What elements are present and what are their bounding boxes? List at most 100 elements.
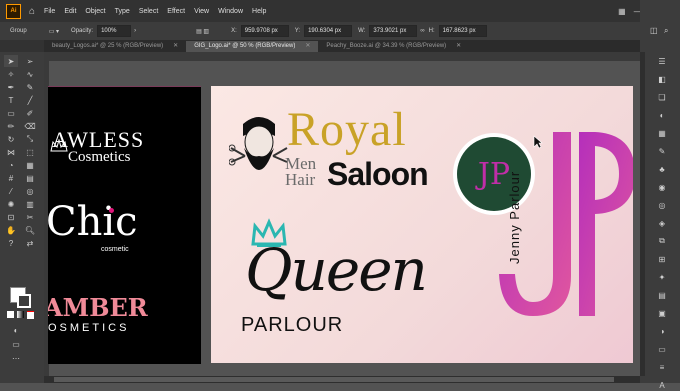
height-field[interactable]: 167.8623 px <box>438 25 487 37</box>
tab-beauty-logos[interactable]: beauty_Logos.ai* @ 25 % (RGB/Preview) ✕ <box>44 41 186 52</box>
zoom-tool-icon[interactable]: 🔍︎ <box>23 224 37 236</box>
panel-header: ◫ ⌕ <box>640 22 680 52</box>
slice-tool-icon[interactable]: ✂ <box>23 211 37 223</box>
layers-stack-icon[interactable]: ◈ <box>655 217 669 229</box>
width-field[interactable]: 373.9021 px <box>369 25 418 37</box>
horizontal-scrollbar[interactable] <box>44 376 640 383</box>
opacity-label: Opacity: <box>71 28 94 34</box>
close-tab-icon[interactable]: ✕ <box>173 41 178 52</box>
hair-text: Hair <box>285 170 316 189</box>
horizontal-ruler[interactable] <box>44 52 640 61</box>
appearance-icon[interactable]: ◎ <box>655 199 669 211</box>
hand-tool-icon[interactable]: ✋ <box>4 224 18 236</box>
opacity-field[interactable]: 100% <box>97 25 132 37</box>
align-icon[interactable]: ▤ ▥ <box>196 28 209 35</box>
y-field[interactable]: 190.6304 px <box>304 25 353 37</box>
symbol-sprayer-icon[interactable]: ✺ <box>4 198 18 210</box>
vertical-scrollbar[interactable] <box>640 52 645 376</box>
asset-export-icon[interactable]: ⊞ <box>655 253 669 265</box>
scroll-thumb[interactable] <box>54 377 614 382</box>
magic-wand-icon[interactable]: ✧ <box>4 68 18 80</box>
menu-bar: Ai ⌂ File Edit Object Type Select Effect… <box>0 0 680 22</box>
stroke-panel-icon[interactable]: ≡ <box>655 361 669 373</box>
layers-icon[interactable]: ◧ <box>655 73 669 85</box>
artboard-cosmetics[interactable]: AWLESS Cosmetics Chic cosmetic AMBER OSM… <box>48 86 201 364</box>
character-icon[interactable]: A <box>655 379 669 391</box>
menu-select[interactable]: Select <box>139 8 158 15</box>
swap-colors-icon[interactable]: ⇄ <box>23 237 37 249</box>
curvature-tool-icon[interactable]: ✎ <box>23 81 37 93</box>
pathfinder-icon[interactable]: ▣ <box>655 307 669 319</box>
pen-tool-icon[interactable]: ✒ <box>4 81 18 93</box>
gradient-panel-icon[interactable]: ▭ <box>655 343 669 355</box>
mesh-tool-icon[interactable]: # <box>4 172 18 184</box>
width-tool-icon[interactable]: ⋈ <box>4 146 18 158</box>
graphic-styles-icon[interactable]: ◉ <box>655 181 669 193</box>
swatches-icon[interactable]: ▦ <box>655 127 669 139</box>
rotate-tool-icon[interactable]: ↻ <box>4 133 18 145</box>
draw-mode-icon[interactable]: ◐ <box>9 324 23 336</box>
amber-sub-text: OSMETICS <box>48 322 130 334</box>
libraries-icon[interactable]: ❏ <box>655 91 669 103</box>
stroke-swatch[interactable] <box>17 294 31 308</box>
tools-panel: ➤ ➢ ✧ ∿ ✒ ✎ T ╱ ▭ ✐ ✏ ⌫ ↻ ⤡ ⋈ ⬚ ◔ ▦ # ▤ … <box>0 40 44 383</box>
tab-gig-logo[interactable]: GIG_Logo.ai* @ 50 % (RGB/Preview) ✕ <box>186 41 319 52</box>
x-field[interactable]: 959.9708 px <box>240 25 289 37</box>
scale-tool-icon[interactable]: ⤡ <box>23 133 37 145</box>
menu-file[interactable]: File <box>44 8 55 15</box>
brushes-icon[interactable]: ✎ <box>655 145 669 157</box>
menu-edit[interactable]: Edit <box>64 8 76 15</box>
line-tool-icon[interactable]: ╱ <box>23 94 37 106</box>
toolbar-grip[interactable] <box>0 40 44 52</box>
properties-icon[interactable]: ☰ <box>655 55 669 67</box>
graph-tool-icon[interactable]: ▥ <box>23 198 37 210</box>
tab-peachy-booze[interactable]: Peachy_Booze.ai @ 34.39 % (RGB/Preview) ✕ <box>318 41 469 52</box>
rectangle-tool-icon[interactable]: ▭ <box>4 107 18 119</box>
opacity-dropdown-icon[interactable]: › <box>134 28 136 34</box>
menu-effect[interactable]: Effect <box>167 8 185 15</box>
shape-builder-icon[interactable]: ◔ <box>4 159 18 171</box>
type-tool-icon[interactable]: T <box>4 94 18 106</box>
selection-tool-icon[interactable]: ➤ <box>4 55 18 67</box>
transform-icon[interactable]: ✦ <box>655 271 669 283</box>
screen-mode-icon[interactable]: ▭ <box>9 338 23 350</box>
direct-selection-tool-icon[interactable]: ➢ <box>23 55 37 67</box>
close-tab-icon[interactable]: ✕ <box>456 41 461 52</box>
home-icon[interactable]: ⌂ <box>29 6 35 17</box>
menu-help[interactable]: Help <box>252 8 266 15</box>
artboard-logos[interactable]: Royal Men Hair Saloon Queen PARLOUR JP J… <box>211 86 633 363</box>
color-mode-icon[interactable] <box>7 311 14 318</box>
paintbrush-icon[interactable]: ✐ <box>23 107 37 119</box>
more-tools-icon[interactable]: ⋯ <box>9 352 23 364</box>
artboards-icon[interactable]: ⧉ <box>655 235 669 247</box>
arrange-icon[interactable]: ◫ <box>650 26 658 35</box>
close-tab-icon[interactable]: ✕ <box>305 41 310 52</box>
stroke-swatch-icon[interactable]: ▭ ▾ <box>49 28 59 35</box>
document-tabs: beauty_Logos.ai* @ 25 % (RGB/Preview) ✕ G… <box>44 40 640 52</box>
blend-tool-icon[interactable]: ◎ <box>23 185 37 197</box>
eyedropper-icon[interactable]: ⁄ <box>4 185 18 197</box>
amber-text: AMBER <box>48 293 148 322</box>
shaper-tool-icon[interactable]: ✏ <box>4 120 18 132</box>
perspective-grid-icon[interactable]: ▦ <box>23 159 37 171</box>
color-icon[interactable]: ◐ <box>655 109 669 121</box>
eraser-icon[interactable]: ⌫ <box>23 120 37 132</box>
none-mode-icon[interactable] <box>27 311 34 319</box>
panel-dock: ◫ ⌕ ☰ ◧ ❏ ◐ ▦ ✎ ♣ ◉ ◎ ◈ ⧉ ⊞ ✦ ▤ ▣ ◑ ▭ ≡ … <box>640 0 680 390</box>
link-icon[interactable]: ∞ <box>420 28 424 34</box>
workspace-icon[interactable]: ▦ <box>618 7 626 16</box>
search-icon[interactable]: ⌕ <box>664 26 668 36</box>
help-icon[interactable]: ? <box>4 237 18 249</box>
gradient-mode-icon[interactable] <box>17 311 24 318</box>
menu-object[interactable]: Object <box>85 8 105 15</box>
gradient-tool-icon[interactable]: ▤ <box>23 172 37 184</box>
align-panel-icon[interactable]: ▤ <box>655 289 669 301</box>
menu-type[interactable]: Type <box>115 8 130 15</box>
artboard-tool-icon[interactable]: ⊡ <box>4 211 18 223</box>
menu-view[interactable]: View <box>194 8 209 15</box>
lasso-icon[interactable]: ∿ <box>23 68 37 80</box>
menu-window[interactable]: Window <box>218 8 243 15</box>
free-transform-icon[interactable]: ⬚ <box>23 146 37 158</box>
transparency-icon[interactable]: ◑ <box>655 325 669 337</box>
symbols-icon[interactable]: ♣ <box>655 163 669 175</box>
